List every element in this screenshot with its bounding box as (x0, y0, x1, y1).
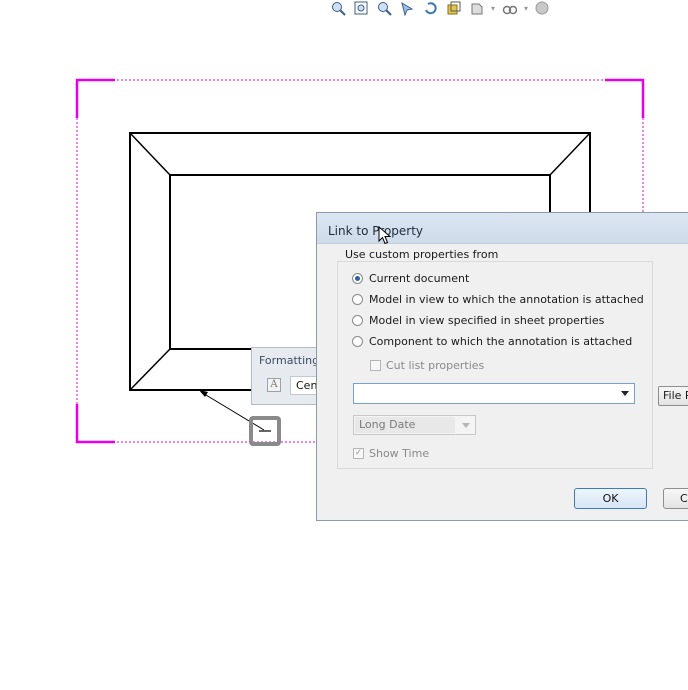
group-label: Use custom properties from (343, 248, 501, 261)
chevron-down-icon[interactable]: ▾ (491, 4, 495, 13)
radio-button[interactable] (352, 315, 363, 326)
radio-model-in-view-attached[interactable]: Model in view to which the annotation is… (352, 293, 644, 306)
link-to-property-dialog: Link to Property Use custom properties f… (316, 212, 688, 521)
zoom-to-area-icon[interactable] (353, 0, 369, 16)
property-dropdown[interactable] (353, 383, 635, 404)
show-time-checkbox[interactable]: ✓ Show Time (353, 447, 429, 460)
chevron-down-icon[interactable] (621, 391, 629, 396)
appearance-icon[interactable] (534, 0, 550, 16)
radio-button-selected[interactable] (352, 273, 363, 284)
drawing-canvas[interactable]: ▾ ▾ Formatting A Cen Link to Property Us… (0, 0, 688, 690)
zoom-in-out-icon[interactable] (376, 0, 392, 16)
display-style-icon[interactable] (468, 0, 484, 16)
cancel-button[interactable]: C (663, 488, 688, 509)
font-name-field[interactable]: Cen (290, 376, 318, 395)
formatting-title: Formatting (259, 354, 320, 367)
radio-button[interactable] (352, 336, 363, 347)
radio-button[interactable] (352, 294, 363, 305)
radio-component-attached[interactable]: Component to which the annotation is att… (352, 335, 632, 348)
zoom-to-fit-icon[interactable] (330, 0, 346, 16)
select-icon[interactable] (399, 0, 415, 16)
rotate-view-icon[interactable] (422, 0, 438, 16)
formatting-toolbar[interactable]: Formatting A Cen (251, 347, 320, 405)
file-properties-button[interactable]: File P (658, 386, 688, 406)
radio-current-document[interactable]: Current document (352, 272, 469, 285)
ok-button[interactable]: OK (574, 488, 647, 509)
cut-list-properties-checkbox[interactable]: Cut list properties (370, 359, 484, 372)
chevron-down-icon[interactable] (462, 423, 470, 428)
mouse-cursor-icon (378, 226, 392, 245)
hide-show-icon[interactable] (501, 0, 517, 16)
view-toolbar: ▾ ▾ (330, 0, 557, 16)
dialog-title: Link to Property (328, 224, 424, 238)
radio-model-in-sheet-properties[interactable]: Model in view specified in sheet propert… (352, 314, 604, 327)
dialog-title-bar[interactable]: Link to Property (317, 213, 688, 244)
chevron-down-icon[interactable]: ▾ (524, 4, 528, 13)
font-style-icon[interactable]: A (267, 378, 281, 392)
date-format-dropdown[interactable]: Long Date (353, 415, 476, 435)
3d-view-icon[interactable] (445, 0, 461, 16)
